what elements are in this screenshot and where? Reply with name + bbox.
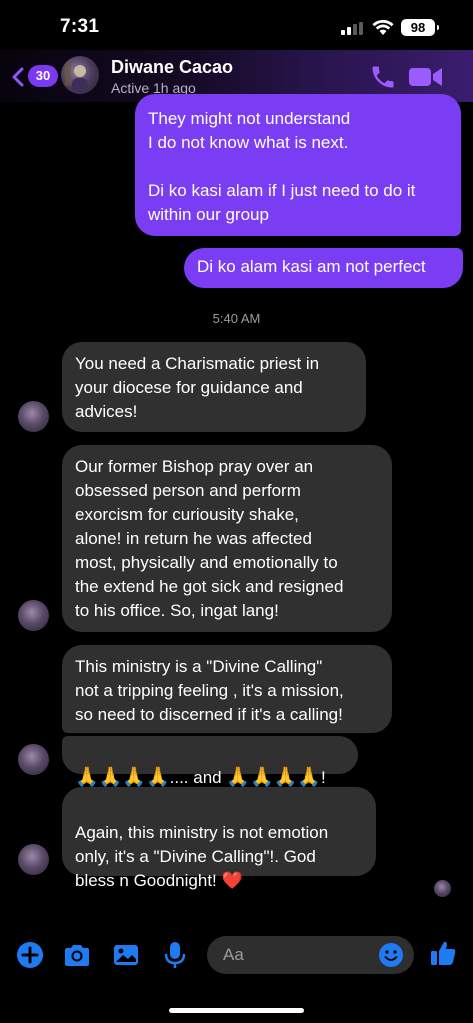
message-text: Again, this ministry is not emotion only…	[75, 823, 329, 890]
battery-indicator: 98	[401, 19, 439, 36]
incoming-message[interactable]: You need a Charismatic priest in your di…	[62, 342, 366, 432]
incoming-message[interactable]: Our former Bishop pray over an obsessed …	[62, 445, 392, 632]
message-text: .... and	[169, 768, 227, 787]
praying-hands-emoji: 🙏🙏🙏🙏	[226, 767, 321, 788]
video-camera-icon[interactable]	[408, 64, 444, 90]
back-chevron-icon	[12, 67, 24, 87]
message-text: !	[320, 768, 326, 787]
praying-hands-emoji: 🙏🙏🙏🙏	[75, 767, 170, 788]
seen-avatar-indicator	[434, 880, 451, 897]
sender-avatar[interactable]	[18, 744, 49, 775]
outgoing-message[interactable]: Di ko alam kasi am not perfect	[184, 248, 463, 288]
sender-avatar[interactable]	[18, 600, 49, 631]
wifi-icon	[372, 19, 394, 35]
incoming-message[interactable]: 🙏🙏🙏🙏.... and 🙏🙏🙏🙏!	[62, 736, 358, 788]
sender-avatar[interactable]	[18, 401, 49, 432]
message-timestamp: 5:40 AM	[212, 311, 261, 326]
phone-icon[interactable]	[369, 63, 397, 91]
emoji-icon[interactable]	[378, 942, 404, 968]
microphone-icon[interactable]	[160, 940, 190, 970]
incoming-message[interactable]: This ministry is a "Divine Calling" not …	[62, 645, 392, 733]
heart-emoji: ❤️	[221, 871, 243, 890]
unread-count-badge: 30	[28, 65, 58, 87]
message-input-container[interactable]	[207, 936, 414, 974]
status-bar: 7:31 98	[0, 0, 473, 50]
message-thread[interactable]: They might not understand I do not know …	[0, 94, 473, 922]
outgoing-message[interactable]: They might not understand I do not know …	[135, 94, 461, 236]
cellular-signal-icon	[341, 22, 367, 35]
plus-icon[interactable]	[15, 940, 45, 970]
back-button[interactable]: 30	[10, 62, 58, 90]
photo-icon[interactable]	[111, 940, 141, 970]
incoming-message[interactable]: Again, this ministry is not emotion only…	[62, 787, 376, 890]
contact-name[interactable]: Diwane Cacao	[111, 57, 233, 78]
home-indicator	[169, 1008, 304, 1013]
camera-icon[interactable]	[62, 940, 92, 970]
status-time: 7:31	[60, 16, 100, 37]
contact-avatar[interactable]	[61, 56, 99, 94]
message-composer	[0, 922, 473, 1023]
message-input[interactable]	[223, 936, 373, 974]
sender-avatar[interactable]	[18, 844, 49, 875]
thumbs-up-icon[interactable]	[428, 938, 458, 968]
